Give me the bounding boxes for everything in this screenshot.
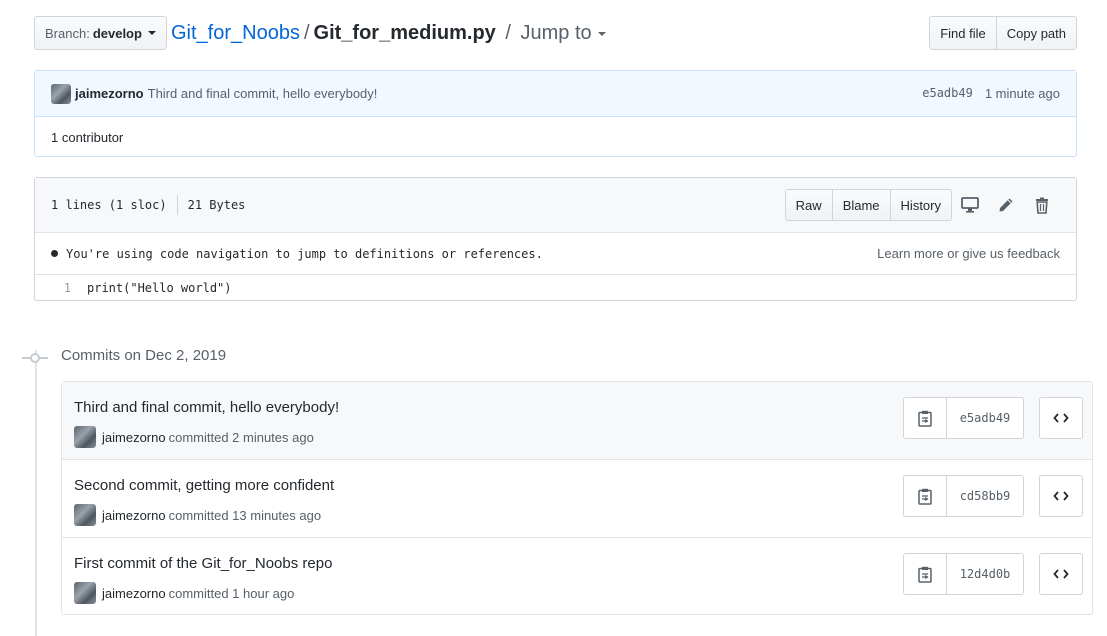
file-viewer: 1 lines (1 sloc) 21 Bytes Raw Blame Hist… (34, 177, 1077, 301)
contributors-link[interactable]: 1 contributor (51, 130, 123, 145)
history-button[interactable]: History (889, 189, 952, 221)
file-size: 21 Bytes (187, 198, 246, 212)
commit-item: First commit of the Git_for_Noobs repo j… (62, 538, 1092, 614)
commit-item: Second commit, getting more confident ja… (62, 460, 1092, 538)
divider (176, 195, 178, 215)
avatar[interactable] (74, 504, 96, 526)
pencil-icon[interactable] (988, 189, 1024, 221)
jump-to-label: Jump to (520, 22, 592, 44)
commit-title-link[interactable]: Third and final commit, hello everybody! (74, 399, 339, 416)
copy-path-button[interactable]: Copy path (995, 16, 1077, 50)
commit-sha-button[interactable]: e5adb49 (946, 397, 1024, 439)
commit-tease: jaimezorno Third and final commit, hello… (34, 70, 1077, 157)
commit-author-link[interactable]: jaimezorno (102, 508, 166, 523)
code-icon (1053, 413, 1069, 423)
commit-sha-group: 12d4d0b (903, 553, 1024, 595)
breadcrumb-repo-link[interactable]: Git_for_Noobs (171, 22, 300, 44)
feedback-link[interactable]: Learn more or give us feedback (877, 246, 1060, 261)
commit-time: committed 1 hour ago (168, 585, 295, 601)
commit-meta: jaimezorno committed 2 minutes ago (74, 426, 314, 448)
commit-time: committed 13 minutes ago (168, 507, 322, 523)
code-line: 1 print("Hello world") (35, 275, 1076, 301)
commit-node-icon (30, 353, 40, 363)
find-file-button[interactable]: Find file (929, 16, 997, 50)
commit-author-link[interactable]: jaimezorno (102, 430, 166, 445)
file-navigation: Branch: develop Git_for_Noobs / Git_for_me… (34, 16, 1077, 52)
code-icon (1053, 569, 1069, 579)
bullet-icon (51, 250, 58, 257)
contributors-row: 1 contributor (35, 117, 1076, 157)
chevron-down-icon (597, 31, 606, 36)
file-header: 1 lines (1 sloc) 21 Bytes Raw Blame Hist… (35, 178, 1076, 233)
commit-item: Third and final commit, hello everybody!… (62, 382, 1092, 460)
code-navigation-note: You're using code navigation to jump to … (35, 233, 1076, 275)
jump-to-dropdown[interactable]: Jump to (520, 22, 606, 44)
chevron-down-icon (147, 31, 156, 35)
breadcrumb-separator: / (303, 22, 310, 44)
commit-author-link[interactable]: jaimezorno (75, 86, 144, 101)
clipboard-icon (918, 410, 932, 427)
branch-value: develop (92, 25, 142, 41)
branch-select-button[interactable]: Branch: develop (34, 16, 167, 50)
breadcrumb-file: Git_for_medium.py (313, 22, 496, 44)
copy-sha-button[interactable] (903, 397, 947, 439)
commit-list: Third and final commit, hello everybody!… (61, 381, 1093, 615)
branch-label: Branch: (45, 25, 90, 41)
copy-sha-button[interactable] (903, 475, 947, 517)
commit-meta: jaimezorno committed 1 hour ago (74, 582, 294, 604)
breadcrumb: Git_for_Noobs / Git_for_medium.py / Jump t… (171, 20, 606, 46)
trash-icon[interactable] (1024, 189, 1060, 221)
timeline-line (35, 350, 37, 636)
line-number[interactable]: 1 (35, 281, 83, 295)
code-icon (1053, 491, 1069, 501)
commit-author-link[interactable]: jaimezorno (102, 586, 166, 601)
file-view-button-group: Raw Blame History (784, 189, 952, 221)
commit-time: 1 minute ago (984, 86, 1060, 101)
commit-sha-button[interactable]: cd58bb9 (946, 475, 1024, 517)
clipboard-icon (918, 488, 932, 505)
commits-date-heading: Commits on Dec 2, 2019 (61, 347, 227, 364)
commit-title-link[interactable]: First commit of the Git_for_Noobs repo (74, 555, 332, 572)
code-navigation-text: You're using code navigation to jump to … (66, 246, 543, 261)
browse-repo-button[interactable] (1039, 553, 1083, 595)
commit-meta: jaimezorno committed 13 minutes ago (74, 504, 321, 526)
commit-title-link[interactable]: Second commit, getting more confident (74, 477, 334, 494)
avatar[interactable] (51, 83, 71, 104)
breadcrumb-separator: / (505, 22, 511, 44)
code-text: print("Hello world") (87, 281, 232, 295)
commit-message-link[interactable]: Third and final commit, hello everybody! (148, 86, 378, 101)
commit-sha-group: e5adb49 (903, 397, 1024, 439)
desktop-icon[interactable] (952, 189, 988, 221)
avatar[interactable] (74, 426, 96, 448)
commit-sha-link[interactable]: e5adb49 (922, 86, 973, 101)
browse-repo-button[interactable] (1039, 475, 1083, 517)
copy-sha-button[interactable] (903, 553, 947, 595)
blame-button[interactable]: Blame (831, 189, 891, 221)
raw-button[interactable]: Raw (784, 189, 833, 221)
file-button-group: Find file Copy path (929, 16, 1077, 50)
browse-repo-button[interactable] (1039, 397, 1083, 439)
file-line-count: 1 lines (1 sloc) (51, 198, 167, 212)
latest-commit-bar: jaimezorno Third and final commit, hello… (35, 71, 1076, 117)
avatar[interactable] (74, 582, 96, 604)
commit-sha-group: cd58bb9 (903, 475, 1024, 517)
file-actions: Raw Blame History (784, 189, 1060, 221)
commit-sha-button[interactable]: 12d4d0b (946, 553, 1024, 595)
commit-time: committed 2 minutes ago (168, 429, 314, 445)
clipboard-icon (918, 566, 932, 583)
